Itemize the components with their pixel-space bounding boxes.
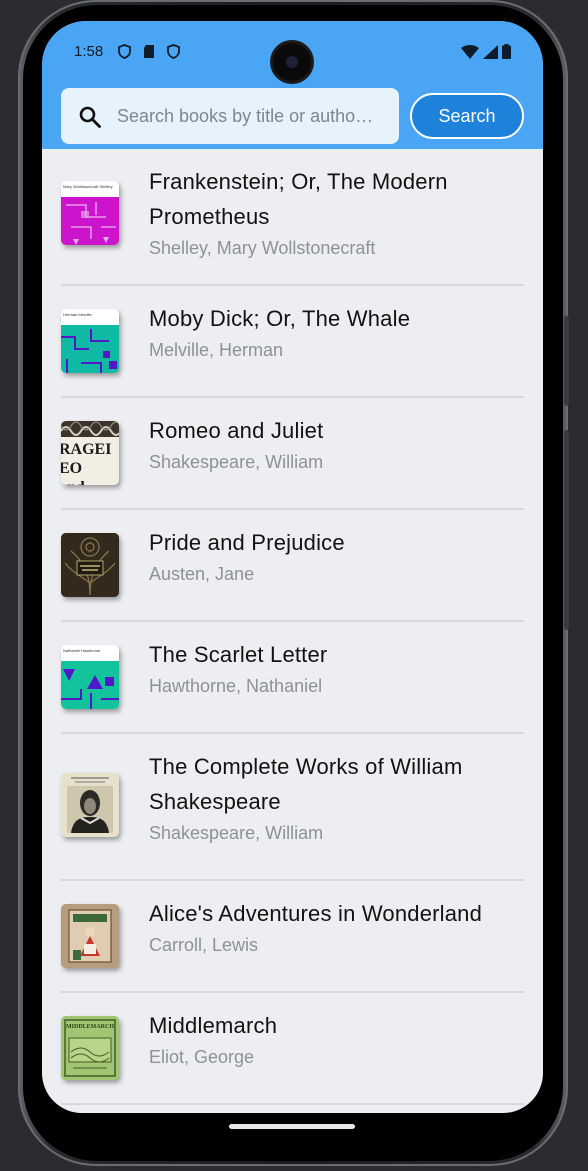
search-icon	[79, 106, 101, 128]
book-title: The Complete Works of William Shakespear…	[149, 754, 463, 814]
book-title: Romeo and Juliet	[149, 418, 324, 443]
book-author: Eliot, George	[149, 1047, 255, 1067]
book-title: The Scarlet Letter	[149, 642, 328, 667]
cover-text: RAGEI EO and IV	[61, 441, 112, 485]
cover-ornament	[61, 421, 119, 437]
book-cover	[61, 773, 119, 837]
home-indicator[interactable]	[229, 1124, 355, 1129]
book-cover: Herman Melville	[61, 309, 119, 373]
book-list-item[interactable]: RAGEI EO and IV Romeo and Juliet Shakesp…	[61, 398, 524, 510]
battery-icon	[502, 44, 511, 59]
book-list-item[interactable]: Nathaniel Hawthorne The Scarlet Letter H…	[61, 622, 524, 734]
book-list-item[interactable]: Mary Wollstonecraft Shelley Frankenstein…	[61, 149, 524, 286]
power-button	[564, 430, 569, 630]
book-cover	[61, 533, 119, 597]
book-list-item[interactable]: Herman Melville Moby Dick; Or, The Whale…	[61, 286, 524, 398]
book-title: Alice's Adventures in Wonderland	[149, 901, 483, 926]
book-title: Pride and Prejudice	[149, 530, 345, 555]
book-title: Middlemarch	[149, 1013, 278, 1038]
book-author: Austen, Jane	[149, 564, 255, 584]
search-button[interactable]: Search	[410, 93, 524, 139]
book-list-item[interactable]: MIDDLEMARCH Middlemarch Eliot, George	[61, 993, 524, 1105]
book-list-item[interactable]: Alice's Adventures in Wonderland Carroll…	[61, 881, 524, 993]
book-list-item[interactable]: The Complete Works of William Shakespear…	[61, 734, 524, 881]
book-author: Shakespeare, William	[149, 452, 324, 472]
book-title: Frankenstein; Or, The Modern Prometheus	[149, 169, 448, 229]
book-cover	[61, 904, 119, 968]
front-camera	[273, 43, 311, 81]
cover-pattern	[61, 661, 119, 709]
search-field[interactable]	[61, 88, 399, 144]
app-screen: 1:58 Search Mary Wollstonecraft Shelley	[42, 21, 543, 1113]
cellular-icon	[483, 44, 498, 59]
cover-author-text: Nathaniel Hawthorne	[63, 648, 101, 653]
book-author: Shakespeare, William	[149, 823, 324, 843]
book-author: Hawthorne, Nathaniel	[149, 676, 323, 696]
cover-text: MIDDLEMARCH	[66, 1024, 114, 1030]
book-cover: Mary Wollstonecraft Shelley	[61, 181, 119, 245]
app-bar: 1:58 Search	[42, 21, 543, 149]
search-input[interactable]	[117, 88, 389, 144]
status-time: 1:58	[74, 43, 104, 60]
sd-card-icon	[144, 45, 154, 58]
book-title: Moby Dick; Or, The Whale	[149, 306, 411, 331]
book-author: Carroll, Lewis	[149, 935, 259, 955]
cover-pattern	[61, 325, 119, 373]
cover-author-text: Mary Wollstonecraft Shelley	[63, 184, 113, 189]
shield-icon	[118, 44, 131, 59]
book-cover: Nathaniel Hawthorne	[61, 645, 119, 709]
book-list-item[interactable]: Pride and Prejudice Austen, Jane	[61, 510, 524, 622]
cover-portrait	[61, 773, 119, 837]
book-cover: RAGEI EO and IV	[61, 421, 119, 485]
volume-button	[564, 316, 569, 406]
cover-illustration	[61, 533, 119, 597]
wifi-icon	[461, 44, 479, 59]
cover-illustration	[61, 904, 119, 968]
book-list[interactable]: Mary Wollstonecraft Shelley Frankenstein…	[42, 149, 543, 1105]
cover-author-text: Herman Melville	[63, 312, 92, 317]
cover-pattern	[61, 197, 119, 245]
book-author: Shelley, Mary Wollstonecraft	[149, 238, 376, 258]
shield-icon	[167, 44, 180, 59]
book-author: Melville, Herman	[149, 340, 284, 360]
book-cover: MIDDLEMARCH	[61, 1016, 119, 1080]
